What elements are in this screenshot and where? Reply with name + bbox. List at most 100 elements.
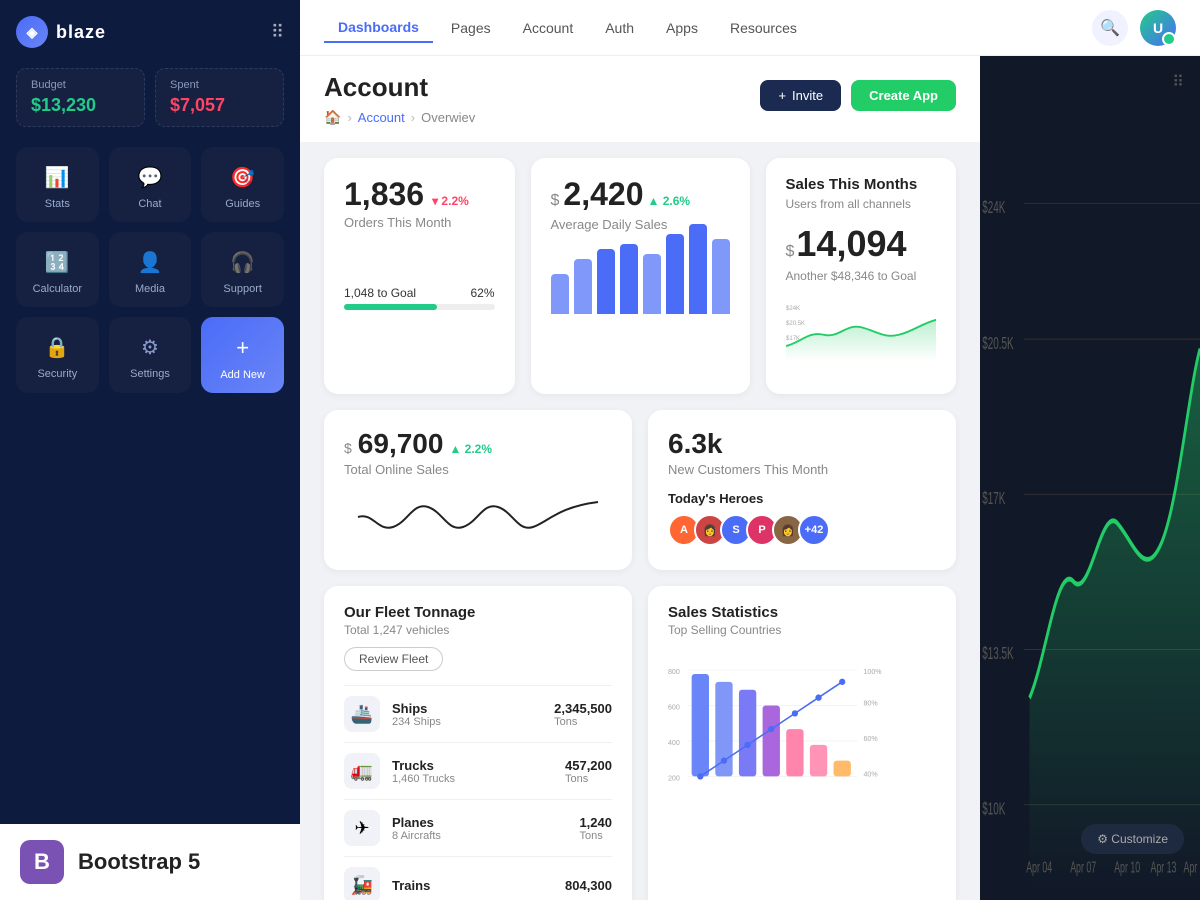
add-icon: +: [236, 335, 249, 361]
create-app-button[interactable]: Create App: [851, 80, 956, 111]
customize-button[interactable]: ⚙ Customize: [1081, 824, 1184, 854]
planes-unit: Tons: [579, 830, 612, 842]
breadcrumb-account[interactable]: Account: [358, 110, 405, 125]
breadcrumb-sep2: ›: [411, 110, 415, 125]
orders-card: 1,836 ▾ 2.2% Orders This Month 1,048 to …: [324, 158, 515, 394]
media-label: Media: [135, 283, 165, 295]
page-content: Account 🏠 › Account › Overwiev + Invite: [300, 56, 980, 900]
svg-text:$20.5K: $20.5K: [982, 334, 1014, 354]
svg-text:60%: 60%: [863, 735, 878, 743]
online-sales-card: $ 69,700 ▲ 2.2% Total Online Sales: [324, 410, 632, 570]
nav-auth[interactable]: Auth: [591, 14, 648, 42]
sidebar-item-calculator[interactable]: 🔢 Calculator: [16, 232, 99, 307]
month-goal: Another $48,346 to Goal: [786, 269, 937, 283]
trucks-count: 1,460 Trucks: [392, 773, 455, 785]
logo-icon: ◈: [16, 16, 48, 48]
sidebar-item-security[interactable]: 🔒 Security: [16, 317, 99, 393]
bootstrap-text: Bootstrap 5: [78, 849, 200, 875]
ships-value: 2,345,500: [554, 701, 612, 716]
sidebar-item-support[interactable]: 🎧 Support: [201, 232, 284, 307]
nav-apps[interactable]: Apps: [652, 14, 712, 42]
budget-card: Budget $13,230: [16, 68, 145, 127]
cards-row-3: Our Fleet Tonnage Total 1,247 vehicles R…: [324, 586, 956, 900]
nav-resources[interactable]: Resources: [716, 14, 811, 42]
media-icon: 👤: [138, 250, 163, 275]
trucks-icon: 🚛: [344, 753, 380, 789]
right-panel-chart-area: $24K $20.5K $17K $13.5K $10K: [980, 108, 1200, 900]
goal-label: 1,048 to Goal 62%: [344, 286, 495, 300]
budget-row: Budget $13,230 Spent $7,057: [16, 68, 284, 127]
invite-button[interactable]: + Invite: [760, 80, 841, 111]
svg-text:$17K: $17K: [786, 336, 800, 342]
svg-text:Apr 13: Apr 13: [1151, 859, 1177, 876]
top-nav-links: Dashboards Pages Account Auth Apps Resou…: [324, 13, 811, 43]
fleet-item-trains: 🚂 Trains 804,300: [344, 856, 612, 900]
mini-bars: [551, 244, 730, 314]
nav-pages[interactable]: Pages: [437, 14, 505, 42]
orders-value: 1,836: [344, 176, 424, 213]
sidebar-item-media[interactable]: 👤 Media: [109, 232, 192, 307]
svg-text:$13.5K: $13.5K: [982, 644, 1014, 664]
orders-badge: ▾ 2.2%: [432, 194, 469, 208]
month-chart: $24K $20.5K $17K: [786, 291, 937, 371]
breadcrumb-current: Overwiev: [421, 110, 475, 125]
main-content-area: Dashboards Pages Account Auth Apps Resou…: [300, 0, 1200, 900]
cards-row-1: 1,836 ▾ 2.2% Orders This Month 1,048 to …: [324, 158, 956, 394]
svg-text:$24K: $24K: [982, 198, 1005, 218]
invite-plus-icon: +: [778, 88, 786, 103]
review-fleet-button[interactable]: Review Fleet: [344, 647, 443, 671]
svg-text:600: 600: [668, 704, 680, 712]
user-avatar[interactable]: U: [1140, 10, 1176, 46]
support-icon: 🎧: [230, 250, 255, 275]
top-nav-right: 🔍 U: [1092, 10, 1176, 46]
page-header: Account 🏠 › Account › Overwiev + Invite: [300, 56, 980, 142]
svg-text:100%: 100%: [863, 668, 882, 676]
spent-label: Spent: [170, 79, 269, 91]
breadcrumb-sep1: ›: [347, 110, 351, 125]
search-button[interactable]: 🔍: [1092, 10, 1128, 46]
nav-account[interactable]: Account: [509, 14, 588, 42]
trucks-name: Trucks: [392, 758, 455, 773]
support-label: Support: [223, 283, 262, 295]
trains-value: 804,300: [565, 878, 612, 893]
cards-row-2: $ 69,700 ▲ 2.2% Total Online Sales 6.3k …: [324, 410, 956, 570]
panel-icon[interactable]: ⠿: [1172, 72, 1184, 92]
stats-title: Sales Statistics: [668, 604, 936, 621]
right-panel-chart: $24K $20.5K $17K $13.5K $10K: [980, 116, 1200, 892]
nav-grid: 📊 Stats 💬 Chat 🎯 Guides 🔢 Calculator 👤 M…: [16, 147, 284, 393]
sidebar-item-add-new[interactable]: + Add New: [201, 317, 284, 393]
breadcrumb-home: 🏠: [324, 109, 341, 126]
content-body: Account 🏠 › Account › Overwiev + Invite: [300, 56, 1200, 900]
sidebar-item-guides[interactable]: 🎯 Guides: [201, 147, 284, 222]
sidebar-item-chat[interactable]: 💬 Chat: [109, 147, 192, 222]
bar-5: [643, 254, 661, 314]
bar-1: [551, 274, 569, 314]
guides-label: Guides: [225, 198, 260, 210]
daily-sales-badge: ▲ 2.6%: [647, 194, 690, 208]
bar-3: [597, 249, 615, 314]
sidebar-item-stats[interactable]: 📊 Stats: [16, 147, 99, 222]
sales-month-card: Sales This Months Users from all channel…: [766, 158, 957, 394]
bar-2: [574, 259, 592, 314]
planes-name: Planes: [392, 815, 441, 830]
stats-icon: 📊: [45, 165, 70, 190]
trucks-unit: Tons: [565, 773, 612, 785]
top-nav: Dashboards Pages Account Auth Apps Resou…: [300, 0, 1200, 56]
svg-text:80%: 80%: [863, 700, 878, 708]
settings-icon: ⚙: [141, 335, 159, 360]
sidebar-item-settings[interactable]: ⚙ Settings: [109, 317, 192, 393]
fleet-card: Our Fleet Tonnage Total 1,247 vehicles R…: [324, 586, 632, 900]
trains-icon: 🚂: [344, 867, 380, 900]
budget-label: Budget: [31, 79, 130, 91]
nav-dashboards[interactable]: Dashboards: [324, 13, 433, 43]
svg-text:$20.5K: $20.5K: [786, 321, 805, 327]
menu-icon[interactable]: ⠿: [271, 22, 284, 43]
ships-name: Ships: [392, 701, 441, 716]
spent-value: $7,057: [170, 95, 269, 116]
stats-label: Stats: [45, 198, 70, 210]
trains-name: Trains: [392, 878, 430, 893]
stats-chart: 800 600 400 200: [668, 647, 936, 827]
guides-icon: 🎯: [230, 165, 255, 190]
svg-text:$17K: $17K: [982, 489, 1005, 509]
month-value: 14,094: [796, 223, 906, 265]
